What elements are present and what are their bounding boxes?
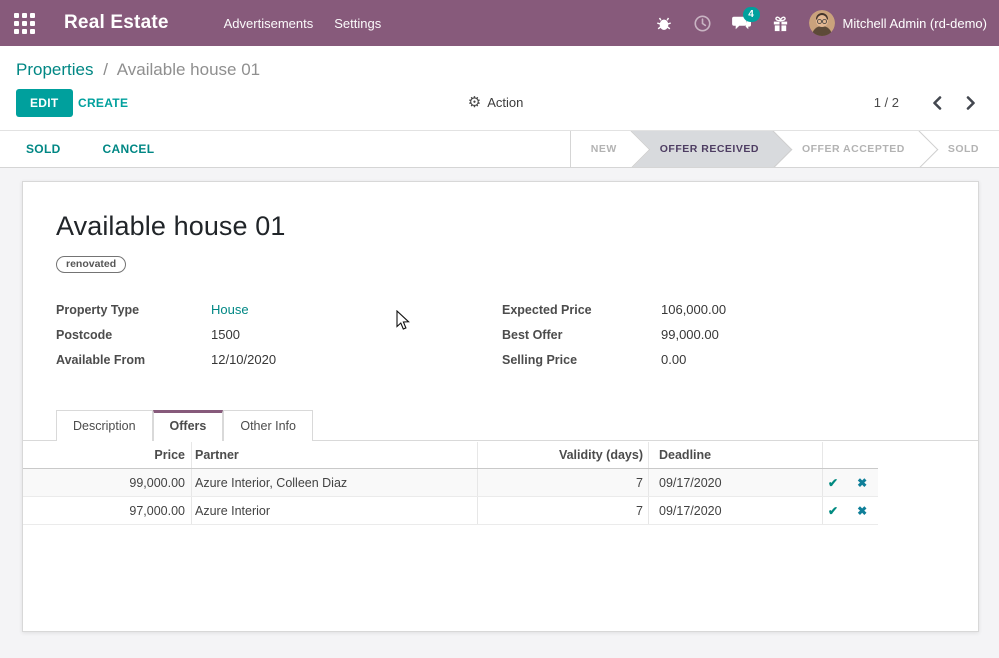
tab-offers[interactable]: Offers [153,410,224,441]
cell-partner[interactable]: Azure Interior, Colleen Diaz [192,469,478,496]
field-label: Best Offer [502,328,661,342]
field-group-right: Expected Price 106,000.00 Best Offer 99,… [502,302,922,377]
breadcrumb-separator: / [103,60,108,79]
cell-price[interactable]: 97,000.00 [23,497,192,524]
field-postcode: Postcode 1500 [56,327,476,341]
app-window: Real Estate Advertisements Settings 4 Mi… [0,0,999,658]
tab-description[interactable]: Description [56,410,153,441]
pager-value: 1 / 2 [874,95,899,110]
field-selling-price: Selling Price 0.00 [502,352,922,366]
status-step-offer-received[interactable]: OFFER RECEIVED [632,131,774,167]
field-value: 12/10/2020 [211,352,276,367]
pager: 1 / 2 [874,95,981,110]
navbar-menu: Advertisements Settings [224,12,382,35]
offers-table: Price Partner Validity (days) Deadline 9… [23,442,878,525]
refuse-offer-icon[interactable]: ✖ [857,505,867,517]
status-step-offer-accepted[interactable]: OFFER ACCEPTED [774,131,920,167]
form-view-area: Available house 01 renovated Property Ty… [0,168,999,636]
field-property-type: Property Type House [56,302,476,316]
control-panel: Properties / Available house 01 EDIT CRE… [0,46,999,131]
status-step-new[interactable]: NEW [570,131,632,167]
field-value: 106,000.00 [661,302,726,317]
field-value: 1500 [211,327,240,342]
pager-next-icon[interactable] [961,96,981,110]
cancel-button[interactable]: CANCEL [103,142,155,156]
column-header-partner[interactable]: Partner [192,442,478,468]
column-header-actions [823,442,878,468]
tag-row: renovated [56,254,978,273]
field-best-offer: Best Offer 99,000.00 [502,327,922,341]
navbar: Real Estate Advertisements Settings 4 Mi… [0,0,999,46]
cell-validity[interactable]: 7 [478,469,649,496]
status-pipeline: NEW OFFER RECEIVED OFFER ACCEPTED SOLD [570,131,999,167]
cell-validity[interactable]: 7 [478,497,649,524]
tab-other-info[interactable]: Other Info [223,410,313,441]
user-name[interactable]: Mitchell Admin (rd-demo) [843,16,988,31]
user-avatar[interactable] [809,10,835,36]
app-brand[interactable]: Real Estate [64,12,169,34]
property-type-link[interactable]: House [211,302,249,317]
table-row[interactable]: 97,000.00 Azure Interior 7 09/17/2020 ✔ … [23,497,878,525]
menu-settings[interactable]: Settings [334,12,381,35]
action-menu-label: Action [487,95,523,110]
accept-offer-icon[interactable]: ✔ [828,505,838,517]
column-header-price[interactable]: Price [23,442,192,468]
messages-count-badge: 4 [743,7,760,22]
field-group-left: Property Type House Postcode 1500 Availa… [56,302,476,377]
field-expected-price: Expected Price 106,000.00 [502,302,922,316]
field-available-from: Available From 12/10/2020 [56,352,476,366]
statusbar: SOLD CANCEL NEW OFFER RECEIVED OFFER ACC… [0,131,999,168]
edit-button[interactable]: EDIT [16,89,73,117]
field-label: Property Type [56,303,211,317]
sold-button[interactable]: SOLD [26,142,61,156]
menu-advertisements[interactable]: Advertisements [224,12,314,35]
cell-actions: ✔ ✖ [823,469,878,496]
debug-bug-icon[interactable] [654,13,674,33]
field-label: Available From [56,353,211,367]
offers-table-header: Price Partner Validity (days) Deadline [23,442,878,469]
apps-menu-icon[interactable] [14,13,35,34]
breadcrumb-properties-link[interactable]: Properties [16,60,93,79]
field-value: 99,000.00 [661,327,719,342]
action-menu-button[interactable]: ⚙ Action [468,95,524,110]
cell-partner[interactable]: Azure Interior [192,497,478,524]
field-label: Selling Price [502,353,661,367]
property-title: Available house 01 [56,211,978,242]
statusbar-buttons: SOLD CANCEL [26,131,154,167]
cell-price[interactable]: 99,000.00 [23,469,192,496]
pager-previous-icon[interactable] [927,96,947,110]
cell-deadline[interactable]: 09/17/2020 [649,497,823,524]
field-value: 0.00 [661,352,686,367]
tag-renovated[interactable]: renovated [56,256,126,273]
control-panel-buttons: EDIT CREATE ⚙ Action 1 / 2 [0,89,999,129]
column-header-deadline[interactable]: Deadline [649,442,823,468]
field-label: Expected Price [502,303,661,317]
gear-icon: ⚙ [468,96,481,110]
activities-clock-icon[interactable] [693,13,713,33]
messages-icon[interactable]: 4 [732,13,752,33]
breadcrumb: Properties / Available house 01 [0,59,999,80]
cell-actions: ✔ ✖ [823,497,878,524]
table-row[interactable]: 99,000.00 Azure Interior, Colleen Diaz 7… [23,469,878,497]
column-header-validity[interactable]: Validity (days) [478,442,649,468]
notebook-tabs: Description Offers Other Info [23,410,978,441]
navbar-systray: 4 Mitchell Admin (rd-demo) [635,10,988,36]
create-button[interactable]: CREATE [78,96,128,110]
field-label: Postcode [56,328,211,342]
accept-offer-icon[interactable]: ✔ [828,477,838,489]
gift-icon[interactable] [771,13,791,33]
cell-deadline[interactable]: 09/17/2020 [649,469,823,496]
form-sheet: Available house 01 renovated Property Ty… [22,181,979,632]
breadcrumb-current: Available house 01 [117,60,260,79]
refuse-offer-icon[interactable]: ✖ [857,477,867,489]
